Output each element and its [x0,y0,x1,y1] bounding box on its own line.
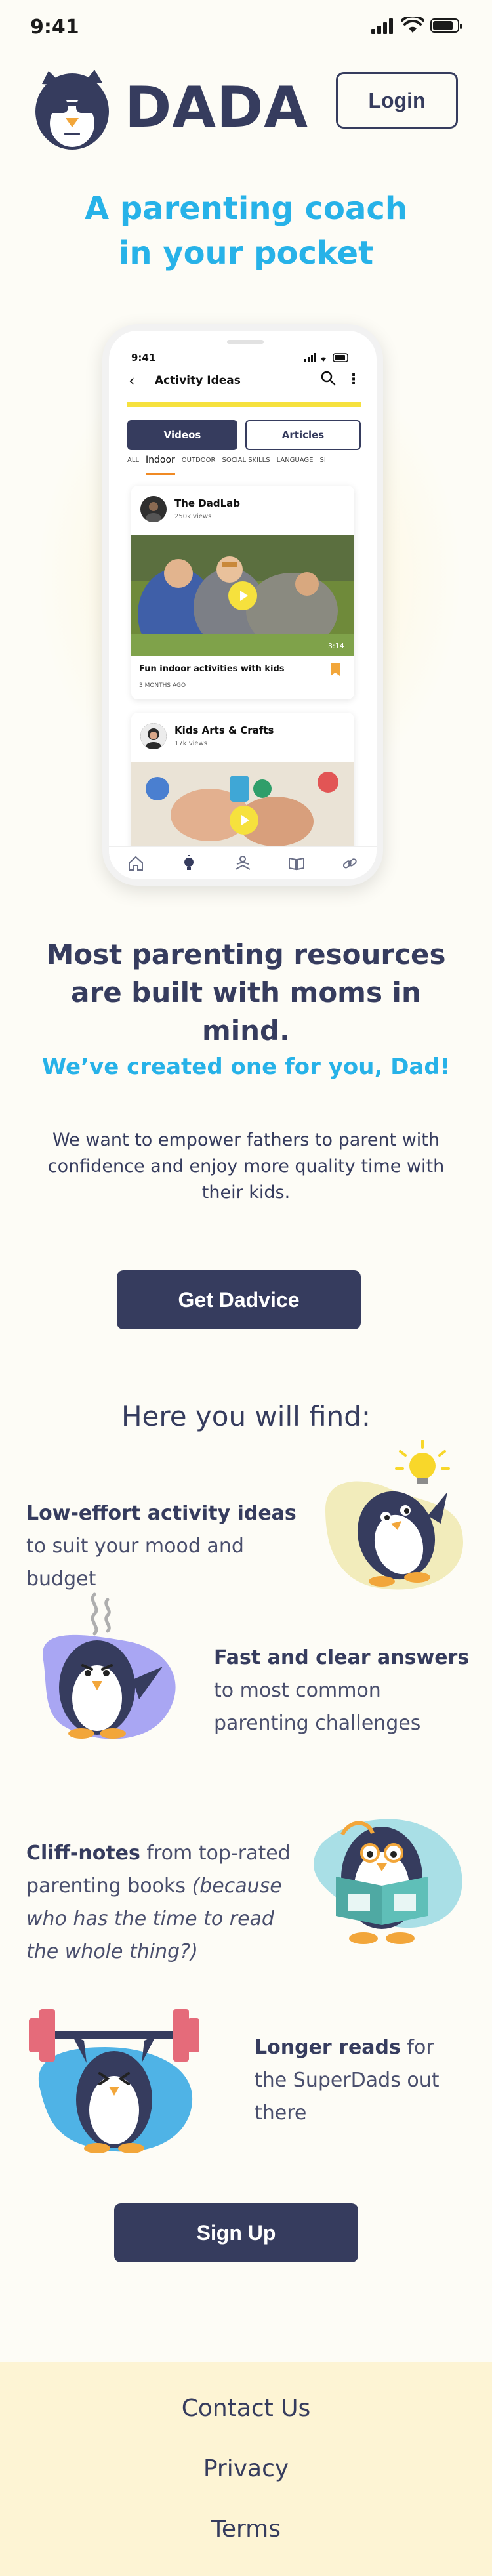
video-title[interactable]: Fun indoor activities with kids [139,664,285,674]
feature-bold: Cliff-notes [26,1842,140,1865]
phone-bottom-nav [109,846,377,879]
channel-name: Kids Arts & Crafts [174,724,274,736]
play-button[interactable] [228,581,257,610]
phone-status-icons [304,353,348,362]
lightbulb-icon[interactable] [180,855,197,872]
mission-title: Most parenting resources are built with … [46,938,446,1047]
channel-name: The DadLab [174,497,241,509]
feature-fast-answers: Fast and clear answers to most common pa… [214,1642,476,1740]
feature-activity-ideas: Low-effort activity ideas to suit your m… [26,1497,308,1596]
video-date: 3 MONTHS AGO [139,682,186,689]
reading-icon[interactable] [234,855,251,872]
feature-text: to most common parenting challenges [214,1679,421,1735]
sign-up-button[interactable]: Sign Up [114,2203,358,2262]
penguin-thinking-icon [43,1592,176,1739]
brand-name: DADA [125,75,308,140]
tab-articles[interactable]: Articles [245,420,361,450]
phone-header-stripe [127,402,361,407]
status-bar: 9:41 [0,0,492,52]
search-icon[interactable] [320,370,336,386]
terms-link[interactable]: Terms [0,2516,492,2543]
feature-longer-reads: Longer reads for the SuperDads out there [255,2031,471,2130]
get-dadvice-button[interactable]: Get Dadvice [117,1270,361,1329]
penguin-lightbulb-icon [325,1440,463,1590]
phone-time: 9:41 [131,352,156,364]
privacy-link[interactable]: Privacy [0,2455,492,2482]
more-options-icon[interactable]: ⋮ [346,371,361,388]
view-count: 17k views [174,740,207,747]
hero-title: A parenting coach in your pocket [84,190,408,272]
back-icon[interactable]: ‹ [129,371,135,390]
mission-description: We want to empower fathers to parent wit… [47,1130,445,1203]
tab-videos[interactable]: Videos [127,420,237,450]
filter-chips: ALL Indoor OUTDOOR SOCIAL SKILLS LANGUAG… [127,455,377,475]
logo-penguin-icon[interactable] [29,64,115,151]
penguin-reading-icon [314,1819,462,1944]
bookmark-icon[interactable] [331,663,340,676]
feature-bold: Low-effort activity ideas [26,1502,297,1525]
filter-language[interactable]: LANGUAGE [277,457,314,475]
phone-speaker [227,340,264,344]
filter-outdoor[interactable]: OUTDOOR [182,457,216,475]
avatar [140,723,167,749]
link-icon[interactable] [341,855,358,872]
phone-mockup: 9:41 ‹ Activity Ideas ⋮ Videos Articles … [102,324,383,886]
penguin-weightlifting-icon [29,2009,199,2153]
status-time: 9:41 [30,16,79,39]
video-card[interactable]: The DadLab 250k views 3:14 Fun indoor ac… [131,486,354,699]
feature-bold: Longer reads [255,2036,401,2059]
video-duration: 3:14 [328,642,344,650]
filter-all[interactable]: ALL [127,457,139,475]
filter-si[interactable]: SI [320,457,326,475]
home-icon[interactable] [127,855,144,872]
phone-screen-title: Activity Ideas [155,374,241,387]
book-icon[interactable] [288,855,305,872]
filter-social-skills[interactable]: SOCIAL SKILLS [222,457,270,475]
video-thumbnail[interactable]: 3:14 [131,535,354,656]
play-button[interactable] [230,806,258,835]
signal-icon [371,18,393,34]
feature-bold: Fast and clear answers [214,1646,470,1669]
feature-text: to suit your mood and budget [26,1535,244,1590]
wifi-icon [401,17,424,33]
filter-indoor[interactable]: Indoor [145,455,175,475]
contact-us-link[interactable]: Contact Us [0,2395,492,2422]
feature-cliff-notes: Cliff-notes from top-rated parenting boo… [26,1837,308,1968]
avatar [140,496,167,522]
battery-icon [430,18,462,33]
mission-subtitle: We’ve created one for you, Dad! [41,1054,451,1080]
features-title: Here you will find: [121,1400,371,1432]
login-button[interactable]: Login [336,72,458,129]
view-count: 250k views [174,513,212,520]
